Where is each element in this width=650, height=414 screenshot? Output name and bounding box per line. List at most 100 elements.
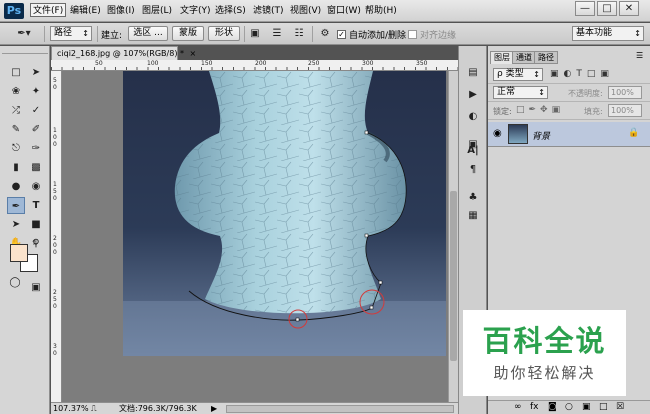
swatches-panel-icon[interactable]: ▦ [464,207,482,224]
visibility-eye-icon[interactable]: ◉ [493,128,502,139]
group-icon[interactable]: ▣ [582,402,591,412]
make-mask-button[interactable]: 蒙版 [172,26,204,41]
horizontal-scrollbar[interactable] [226,405,454,413]
menu-bar: Ps 文件(F) 编辑(E) 图像(I) 图层(L) 文字(Y) 选择(S) 滤… [0,0,650,22]
pen-tool-icon[interactable]: ✒ [7,197,25,214]
status-arrow-icon[interactable]: ▶ [211,403,217,414]
path-arrangement-icon[interactable]: ☷ [292,27,306,41]
clone-stamp-icon[interactable]: ⎋ [7,140,25,157]
layer-row-background[interactable]: ◉ 背景 🔒 [488,122,650,147]
path-operations-icon[interactable]: ▣ [248,27,262,41]
add-mask-icon[interactable]: ◙ [548,402,557,412]
character-panel-icon[interactable]: A| [464,142,482,159]
export-icon[interactable]: ⎍ [91,403,97,414]
filter-icons[interactable]: ▣◐T□▣ [550,69,614,79]
paragraph-panel-icon[interactable]: ¶ [464,161,482,178]
path-alignment-icon[interactable]: ☰ [270,27,284,41]
link-layers-icon[interactable]: ∞ [514,402,522,412]
new-layer-icon[interactable]: □ [599,402,608,412]
status-bar: 107.37% ⎍ 文档:796.3K/796.3K ▶ [51,402,458,414]
tab-channels[interactable]: 通道 [512,51,536,64]
crop-tool-icon[interactable]: ⤮ [7,102,25,119]
actions-panel-icon[interactable]: ▶ [464,86,482,103]
ruler-label: 300 [362,60,374,67]
tool-mode-select[interactable]: 路径 [50,26,92,41]
history-panel-icon[interactable]: ▤ [464,64,482,81]
close-tab-icon[interactable]: × [190,49,197,58]
gradient-tool-icon[interactable]: ▩ [27,159,45,176]
rectangle-tool-icon[interactable]: ■ [27,216,45,233]
ruler-label: 350 [416,60,428,67]
scroll-thumb[interactable] [450,191,457,361]
move-tool-icon[interactable]: ➤ [27,64,45,81]
make-selection-button[interactable]: 选区 ... [128,26,168,41]
marquee-tool-icon[interactable]: □ [7,64,25,81]
quick-mask-icon[interactable]: ◯ [6,274,24,291]
styles-panel-icon[interactable]: ♣ [464,189,482,206]
divider [97,26,98,42]
make-shape-button[interactable]: 形状 [208,26,240,41]
auto-add-delete-label: 自动添加/删除 [349,31,407,41]
vase-image[interactable] [123,71,446,356]
dodge-tool-icon[interactable]: ◉ [27,178,45,195]
layer-name[interactable]: 背景 [532,129,550,142]
panel-menu-icon[interactable]: ☰ [636,51,643,60]
document-info: 文档:796.3K/796.3K [119,404,197,413]
menu-type[interactable]: 文字(Y) [180,4,211,18]
pen-tool-preset-icon[interactable]: ✒▾ [13,27,35,41]
brush-tool-icon[interactable]: ✐ [27,121,45,138]
align-edges-label: 对齐边缘 [420,31,457,41]
lasso-tool-icon[interactable]: ❀ [7,83,25,100]
toolbox-grip[interactable] [2,48,48,54]
swap-colors-icon[interactable]: ⇅ [30,238,40,248]
eraser-tool-icon[interactable]: ▮ [7,159,25,176]
healing-brush-icon[interactable]: ✎ [7,121,25,138]
opacity-input[interactable]: 100% [608,86,642,99]
menu-select[interactable]: 选择(S) [215,4,246,18]
tab-paths[interactable]: 路径 [534,51,558,64]
eyedropper-tool-icon[interactable]: ✓ [27,102,45,119]
path-selection-icon[interactable]: ➤ [7,216,25,233]
foreground-color-swatch[interactable] [10,244,28,262]
menu-image[interactable]: 图像(I) [107,4,135,18]
fx-icon[interactable]: fx [530,402,539,412]
adjustment-layer-icon[interactable]: ○ [565,402,573,412]
quick-selection-tool-icon[interactable]: ✦ [27,83,45,100]
vertical-scrollbar[interactable] [448,71,458,402]
menu-file[interactable]: 文件(F) [30,3,67,17]
blur-tool-icon[interactable]: ● [7,178,25,195]
menu-edit[interactable]: 编辑(E) [70,4,101,18]
screen-mode-icon[interactable]: ▣ [27,279,45,296]
restore-button[interactable]: □ [597,1,617,16]
workspace-select[interactable]: 基本功能 [572,26,644,41]
menu-view[interactable]: 视图(V) [290,4,321,18]
watermark-title: 百科全说 [482,324,607,358]
auto-add-delete-checkbox[interactable]: ✓ [337,30,346,39]
document-tab[interactable]: ciqi2_168.jpg @ 107%(RGB/8) * × [51,46,196,60]
delete-layer-icon[interactable]: ☒ [616,402,624,412]
lock-icons[interactable]: □✒✥▣ [516,105,564,115]
watermark-subtitle: 助你轻松解决 [493,364,596,382]
build-label: 建立: [101,31,123,41]
history-brush-icon[interactable]: ✑ [27,140,45,157]
menu-filter[interactable]: 滤镜(T) [253,4,284,18]
kind-filter-select[interactable]: ρ 类型 [493,68,543,81]
menu-layer[interactable]: 图层(L) [142,4,172,18]
blend-mode-select[interactable]: 正常 [493,86,548,99]
tab-layers[interactable]: 图层 [490,51,514,64]
fill-input[interactable]: 100% [608,104,642,117]
ruler-label: 200 [255,60,267,67]
menu-help[interactable]: 帮助(H) [365,4,397,18]
minimize-button[interactable]: — [575,1,595,16]
canvas-area[interactable] [62,71,458,403]
adjustments-panel-icon[interactable]: ◐ [464,108,482,125]
opacity-label: 不透明度: [568,89,603,98]
zoom-level[interactable]: 107.37% [53,403,89,414]
gear-icon[interactable]: ⚙ [318,27,332,41]
menu-window[interactable]: 窗口(W) [327,4,361,18]
ruler-label: 0 [53,134,57,141]
close-button[interactable]: ✕ [619,1,639,16]
ruler-label: 50 [95,60,103,67]
align-edges-checkbox[interactable] [408,30,417,39]
type-tool-icon[interactable]: T [27,197,45,214]
